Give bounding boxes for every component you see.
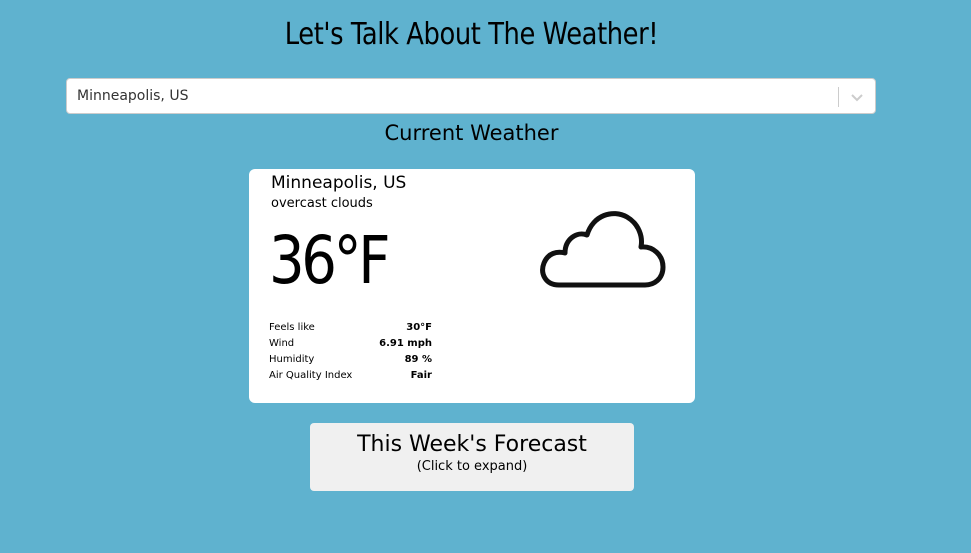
chevron-down-icon[interactable] [849,89,865,105]
card-description: overcast clouds [271,196,373,211]
page-title: Let's Talk About The Weather! [284,17,659,52]
detail-value: 30°F [406,322,432,333]
location-select-value: Minneapolis, US [77,88,189,104]
current-weather-heading: Current Weather [384,121,559,145]
detail-value: 6.91 mph [379,338,432,349]
select-divider [838,87,839,107]
card-temperature: 36°F [269,222,391,299]
weather-details: Feels like 30°F Wind 6.91 mph Humidity 8… [269,320,432,384]
card-city: Minneapolis, US [271,173,407,193]
forecast-expand-button[interactable]: This Week's Forecast (Click to expand) [310,423,634,491]
detail-row-air-quality: Air Quality Index Fair [269,368,432,384]
location-select[interactable]: Minneapolis, US [66,78,876,114]
detail-label: Wind [269,338,295,349]
forecast-subtitle: (Click to expand) [416,459,528,474]
detail-value: Fair [410,370,432,381]
detail-label: Feels like [269,322,315,333]
current-weather-card: Minneapolis, US overcast clouds 36°F Fee… [249,169,695,403]
detail-label: Humidity [269,354,315,365]
detail-value: 89 % [404,354,432,365]
detail-row-wind: Wind 6.91 mph [269,336,432,352]
detail-row-humidity: Humidity 89 % [269,352,432,368]
detail-row-feels-like: Feels like 30°F [269,320,432,336]
cloud-icon [540,211,666,288]
detail-label: Air Quality Index [269,370,353,381]
forecast-title: This Week's Forecast [357,432,587,457]
